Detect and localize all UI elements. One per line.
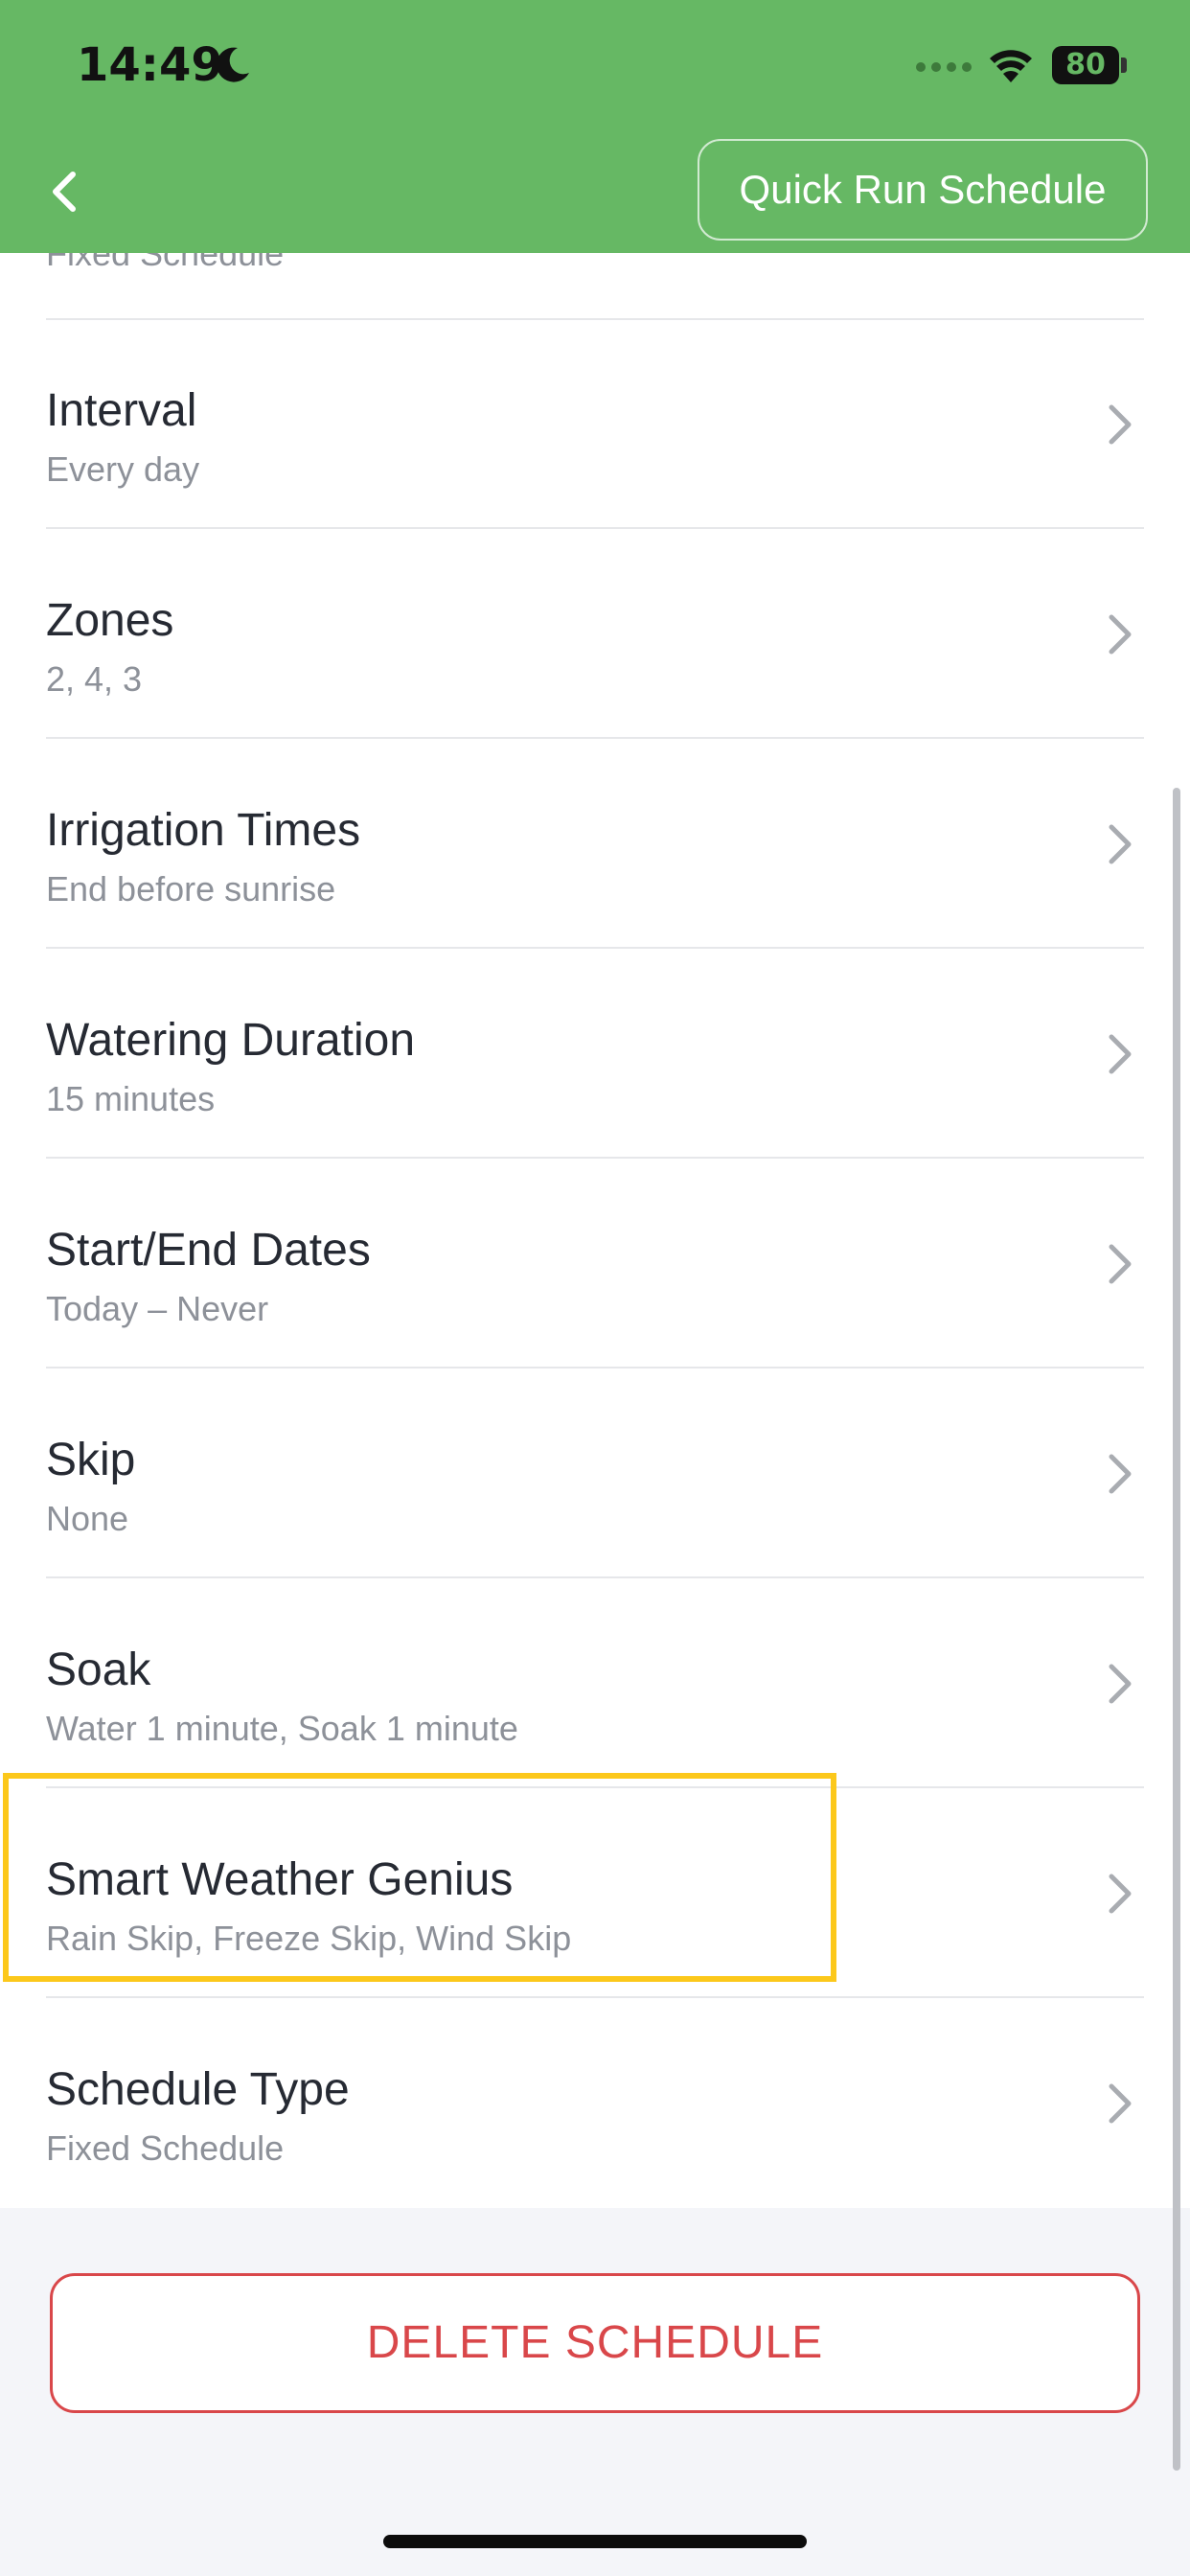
list-item-title: Skip bbox=[46, 1435, 136, 1485]
list-item-subtitle: End before sunrise bbox=[46, 869, 336, 908]
chevron-right-icon bbox=[1109, 2083, 1132, 2124]
battery-cap bbox=[1121, 58, 1127, 73]
chevron-right-icon bbox=[1109, 1874, 1132, 1914]
scrollbar[interactable] bbox=[1173, 788, 1180, 2471]
settings-list: Fixed Schedule Interval Every day Zones … bbox=[0, 192, 1190, 2208]
list-item-watering-duration[interactable]: Watering Duration 15 minutes bbox=[46, 950, 1144, 1159]
list-item-title: Smart Weather Genius bbox=[46, 1854, 514, 1905]
chevron-right-icon bbox=[1109, 824, 1132, 864]
list-item-subtitle: Every day bbox=[46, 449, 200, 489]
quick-run-schedule-button[interactable]: Quick Run Schedule bbox=[698, 139, 1148, 241]
list-item-title: Schedule Type bbox=[46, 2064, 350, 2115]
schedule-settings-screen: Fixed Schedule Interval Every day Zones … bbox=[0, 0, 1190, 2576]
moon-icon bbox=[217, 47, 249, 82]
chevron-right-icon bbox=[1109, 1034, 1132, 1074]
list-item-start-end-dates[interactable]: Start/End Dates Today – Never bbox=[46, 1160, 1144, 1368]
list-item-subtitle: Fixed Schedule bbox=[46, 2128, 285, 2168]
list-item-subtitle: Rain Skip, Freeze Skip, Wind Skip bbox=[46, 1919, 572, 1958]
back-arrow-icon[interactable] bbox=[38, 153, 96, 230]
chevron-right-icon bbox=[1109, 1244, 1132, 1284]
status-time: 14:49 bbox=[77, 38, 223, 92]
list-item-subtitle: None bbox=[46, 1499, 129, 1538]
list-item-subtitle: Water 1 minute, Soak 1 minute bbox=[46, 1709, 518, 1748]
chevron-right-icon bbox=[1109, 614, 1132, 655]
list-item-title: Soak bbox=[46, 1644, 151, 1695]
list-item-title: Watering Duration bbox=[46, 1015, 416, 1066]
signal-icon bbox=[916, 62, 972, 72]
list-item-subtitle: 15 minutes bbox=[46, 1079, 216, 1118]
list-item-title: Interval bbox=[46, 385, 197, 436]
list-item-subtitle: Today – Never bbox=[46, 1289, 269, 1328]
list-item-irrigation-times[interactable]: Irrigation Times End before sunrise bbox=[46, 740, 1144, 949]
list-item-interval[interactable]: Interval Every day bbox=[46, 320, 1144, 529]
wifi-icon bbox=[990, 50, 1032, 82]
list-item-title: Zones bbox=[46, 595, 174, 646]
header-bar: 14:49 80 Quick Run Schedule bbox=[0, 0, 1190, 253]
delete-schedule-button[interactable]: DELETE SCHEDULE bbox=[50, 2273, 1140, 2413]
list-item-title: Start/End Dates bbox=[46, 1225, 371, 1276]
home-indicator bbox=[383, 2535, 807, 2548]
list-item-skip[interactable]: Skip None bbox=[46, 1369, 1144, 1578]
chevron-right-icon bbox=[1109, 1454, 1132, 1494]
list-item-subtitle: 2, 4, 3 bbox=[46, 659, 143, 699]
list-item-zones[interactable]: Zones 2, 4, 3 bbox=[46, 530, 1144, 739]
list-item-schedule-type[interactable]: Schedule Type Fixed Schedule bbox=[46, 1999, 1144, 2208]
list-item-soak[interactable]: Soak Water 1 minute, Soak 1 minute bbox=[46, 1579, 1144, 1788]
list-item-smart-weather-genius[interactable]: Smart Weather Genius Rain Skip, Freeze S… bbox=[46, 1789, 1144, 1998]
list-item-title: Irrigation Times bbox=[46, 805, 361, 856]
chevron-right-icon bbox=[1109, 1664, 1132, 1704]
chevron-right-icon bbox=[1109, 404, 1132, 445]
battery-indicator: 80 bbox=[1052, 46, 1119, 84]
